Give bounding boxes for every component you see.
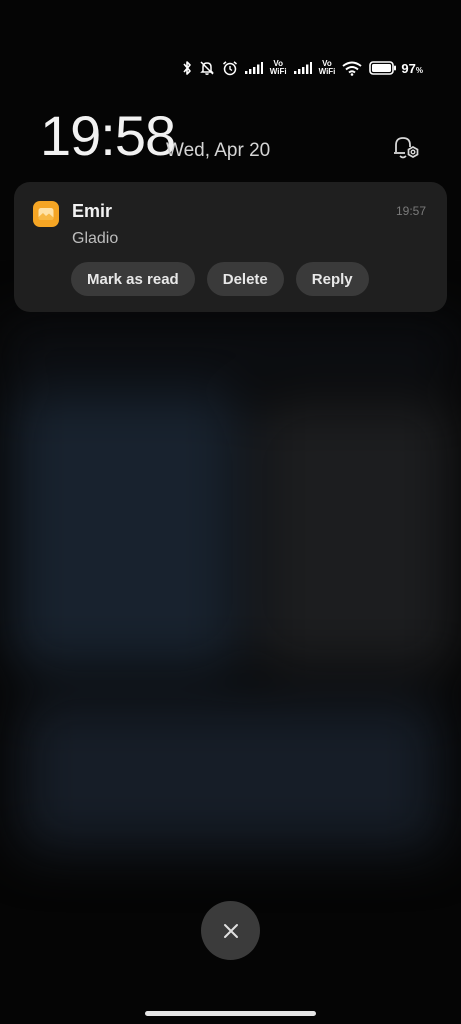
battery-indicator: 97% xyxy=(369,61,423,76)
close-button[interactable] xyxy=(201,901,260,960)
notification-sender: Emir xyxy=(72,201,113,221)
battery-percent: 97% xyxy=(401,60,423,76)
reply-button[interactable]: Reply xyxy=(295,262,369,296)
signal-icon xyxy=(293,62,312,74)
mark-as-read-button[interactable]: Mark as read xyxy=(71,262,195,296)
vowifi-icon: Vo WiFi xyxy=(269,59,287,76)
bluetooth-icon xyxy=(183,61,191,75)
notification-actions: Mark as read Delete Reply xyxy=(71,262,369,296)
lock-screen: Vo WiFi Vo WiFi 97% 19:58 Wed, Apr 20 Em… xyxy=(0,0,461,1024)
delete-button[interactable]: Delete xyxy=(206,262,284,296)
notification-message: Gladio xyxy=(72,230,119,247)
home-indicator[interactable] xyxy=(145,1011,316,1016)
status-bar: Vo WiFi Vo WiFi 97% xyxy=(182,56,423,80)
gallery-icon xyxy=(33,201,59,227)
notification-settings-button[interactable] xyxy=(388,132,424,164)
wifi-icon xyxy=(342,61,363,76)
clock-time: 19:58 xyxy=(40,104,176,167)
clock-date: Wed, Apr 20 xyxy=(166,140,271,161)
signal-icon xyxy=(244,62,263,74)
vowifi-icon: Vo WiFi xyxy=(318,59,336,76)
alarm-icon xyxy=(222,61,237,76)
close-icon xyxy=(223,923,238,938)
battery-icon xyxy=(369,61,397,75)
notification-card[interactable]: Emir 19:57 Gladio Mark as read Delete Re… xyxy=(14,182,447,312)
notification-settings-icon xyxy=(394,137,419,159)
notification-time: 19:57 xyxy=(395,204,426,218)
silent-bell-icon xyxy=(199,61,214,75)
